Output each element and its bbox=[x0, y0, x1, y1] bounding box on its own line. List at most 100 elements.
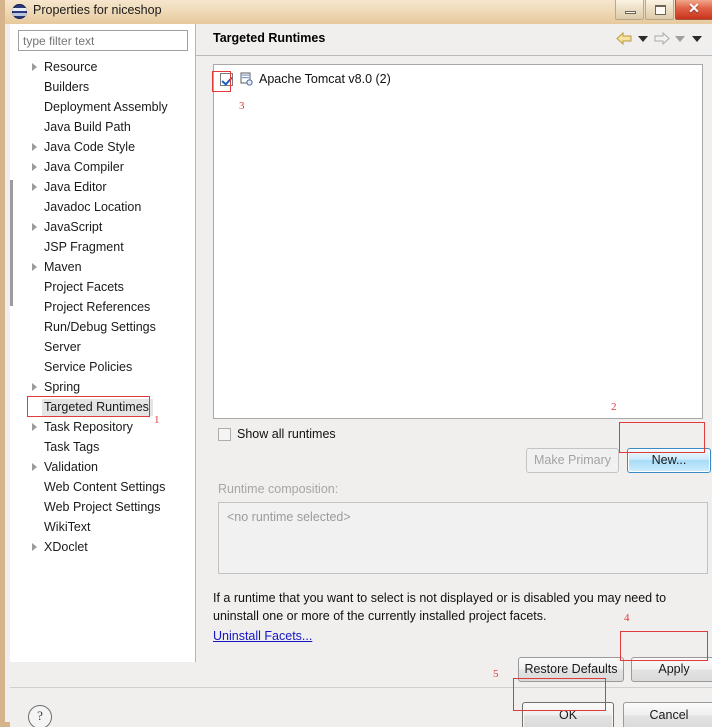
sidebar-item-label: Task Tags bbox=[44, 440, 100, 454]
sidebar-scroll-marker[interactable] bbox=[10, 180, 13, 306]
sidebar-item-service-policies[interactable]: Service Policies bbox=[10, 357, 195, 377]
forward-arrow-icon bbox=[653, 31, 670, 46]
back-arrow-icon[interactable] bbox=[616, 31, 633, 46]
sidebar-item-spring[interactable]: Spring bbox=[10, 377, 195, 397]
sidebar-item-run-debug-settings[interactable]: Run/Debug Settings bbox=[10, 317, 195, 337]
sidebar-item-label: JSP Fragment bbox=[44, 240, 124, 254]
expand-arrow-icon[interactable] bbox=[32, 463, 37, 471]
content-area: Resource Builders Deployment Assembly Java … bbox=[10, 24, 712, 682]
page-title: Targeted Runtimes bbox=[213, 31, 326, 45]
sidebar-item-label: Web Content Settings bbox=[44, 480, 166, 494]
expand-arrow-icon[interactable] bbox=[32, 263, 37, 271]
runtime-composition-value: <no runtime selected> bbox=[227, 510, 351, 524]
apply-button[interactable]: Apply bbox=[631, 657, 712, 682]
window-frame: Properties for niceshop ✕ Resource Builde… bbox=[0, 0, 712, 727]
back-dropdown-icon[interactable] bbox=[638, 35, 648, 42]
sidebar-item-label: Project References bbox=[44, 300, 151, 314]
runtime-list-item[interactable]: Apache Tomcat v8.0 (2) bbox=[220, 72, 391, 86]
runtime-list[interactable]: Apache Tomcat v8.0 (2) bbox=[213, 64, 703, 419]
runtime-composition-box: <no runtime selected> bbox=[218, 502, 708, 574]
sidebar-item-label: Javadoc Location bbox=[44, 200, 142, 214]
sidebar-item-task-tags[interactable]: Task Tags bbox=[10, 437, 195, 457]
runtime-composition-label: Runtime composition: bbox=[218, 482, 339, 496]
filter-input[interactable] bbox=[18, 30, 188, 51]
sidebar-item-label: Maven bbox=[44, 260, 82, 274]
close-button[interactable]: ✕ bbox=[675, 0, 712, 20]
sidebar-item-project-facets[interactable]: Project Facets bbox=[10, 277, 195, 297]
sidebar-item-label: Task Repository bbox=[44, 420, 133, 434]
sidebar-item-label: Resource bbox=[44, 60, 98, 74]
sidebar-item-label: Validation bbox=[44, 460, 98, 474]
sidebar-item-java-build-path[interactable]: Java Build Path bbox=[10, 117, 195, 137]
make-primary-button[interactable]: Make Primary bbox=[526, 448, 619, 473]
expand-arrow-icon[interactable] bbox=[32, 543, 37, 551]
sidebar-item-project-references[interactable]: Project References bbox=[10, 297, 195, 317]
sidebar-item-label: Builders bbox=[44, 80, 90, 94]
maximize-button[interactable] bbox=[645, 0, 674, 20]
show-all-runtimes-checkbox[interactable] bbox=[218, 427, 231, 441]
sidebar-item-validation[interactable]: Validation bbox=[10, 457, 195, 477]
sidebar-item-server[interactable]: Server bbox=[10, 337, 195, 357]
sidebar-item-builders[interactable]: Builders bbox=[10, 77, 195, 97]
ok-button[interactable]: OK bbox=[522, 702, 614, 727]
sidebar-item-label: Service Policies bbox=[44, 360, 133, 374]
expand-arrow-icon[interactable] bbox=[32, 143, 37, 151]
sidebar-item-targeted-runtimes[interactable]: Targeted Runtimes bbox=[10, 397, 195, 417]
sidebar-item-label: Web Project Settings bbox=[44, 500, 161, 514]
sidebar-item-label: Spring bbox=[44, 380, 81, 394]
sidebar-item-label: Server bbox=[44, 340, 81, 354]
cancel-button[interactable]: Cancel bbox=[623, 702, 712, 727]
expand-arrow-icon[interactable] bbox=[32, 163, 37, 171]
sidebar-item-resource[interactable]: Resource bbox=[10, 57, 195, 77]
help-icon[interactable]: ? bbox=[28, 705, 52, 727]
runtime-label: Apache Tomcat v8.0 (2) bbox=[259, 72, 391, 86]
sidebar-item-label: Java Compiler bbox=[44, 160, 124, 174]
runtime-checkbox[interactable] bbox=[220, 72, 233, 86]
main-panel: Targeted Runtimes Apache Tomcat v8.0 (2)… bbox=[196, 24, 712, 682]
window-controls: ✕ bbox=[615, 0, 712, 22]
minimize-button[interactable] bbox=[615, 0, 644, 20]
sidebar-item-web-project-settings[interactable]: Web Project Settings bbox=[10, 497, 195, 517]
expand-arrow-icon[interactable] bbox=[32, 223, 37, 231]
settings-sidebar: Resource Builders Deployment Assembly Java … bbox=[10, 24, 196, 662]
properties-dialog: Properties for niceshop ✕ Resource Builde… bbox=[0, 0, 712, 727]
panel-header: Targeted Runtimes bbox=[196, 24, 712, 56]
sidebar-item-label: Java Build Path bbox=[44, 120, 131, 134]
sidebar-item-maven[interactable]: Maven bbox=[10, 257, 195, 277]
sidebar-item-java-compiler[interactable]: Java Compiler bbox=[10, 157, 195, 177]
sidebar-item-label: Java Editor bbox=[44, 180, 107, 194]
show-all-runtimes-row[interactable]: Show all runtimes bbox=[218, 427, 336, 441]
expand-arrow-icon[interactable] bbox=[32, 63, 37, 71]
sidebar-item-task-repository[interactable]: Task Repository bbox=[10, 417, 195, 437]
close-icon: ✕ bbox=[688, 0, 700, 16]
restore-defaults-button[interactable]: Restore Defaults bbox=[518, 657, 624, 682]
sidebar-item-label: JavaScript bbox=[44, 220, 103, 234]
forward-dropdown-icon bbox=[675, 35, 685, 42]
dialog-body: Resource Builders Deployment Assembly Java … bbox=[10, 24, 712, 727]
sidebar-item-label: Targeted Runtimes bbox=[42, 399, 153, 416]
sidebar-item-label: Run/Debug Settings bbox=[44, 320, 156, 334]
panel-menu-icon[interactable] bbox=[692, 35, 702, 42]
expand-arrow-icon[interactable] bbox=[32, 383, 37, 391]
sidebar-item-label: Deployment Assembly bbox=[44, 100, 168, 114]
panel-nav bbox=[616, 31, 704, 46]
dialog-footer: ? OK Cancel bbox=[10, 687, 712, 727]
settings-tree[interactable]: Resource Builders Deployment Assembly Java … bbox=[10, 57, 195, 657]
sidebar-item-xdoclet[interactable]: XDoclet bbox=[10, 537, 195, 557]
expand-arrow-icon[interactable] bbox=[32, 423, 37, 431]
show-all-runtimes-label: Show all runtimes bbox=[237, 427, 336, 441]
info-text: If a runtime that you want to select is … bbox=[213, 591, 667, 623]
sidebar-item-java-code-style[interactable]: Java Code Style bbox=[10, 137, 195, 157]
sidebar-item-deployment-assembly[interactable]: Deployment Assembly bbox=[10, 97, 195, 117]
sidebar-item-web-content-settings[interactable]: Web Content Settings bbox=[10, 477, 195, 497]
sidebar-item-label: XDoclet bbox=[44, 540, 88, 554]
sidebar-item-label: WikiText bbox=[44, 520, 91, 534]
sidebar-item-java-editor[interactable]: Java Editor bbox=[10, 177, 195, 197]
sidebar-item-javadoc-location[interactable]: Javadoc Location bbox=[10, 197, 195, 217]
uninstall-facets-link[interactable]: Uninstall Facets... bbox=[213, 629, 312, 643]
sidebar-item-javascript[interactable]: JavaScript bbox=[10, 217, 195, 237]
sidebar-item-wikitext[interactable]: WikiText bbox=[10, 517, 195, 537]
expand-arrow-icon[interactable] bbox=[32, 183, 37, 191]
sidebar-item-jsp-fragment[interactable]: JSP Fragment bbox=[10, 237, 195, 257]
new-button[interactable]: New... bbox=[627, 448, 711, 473]
